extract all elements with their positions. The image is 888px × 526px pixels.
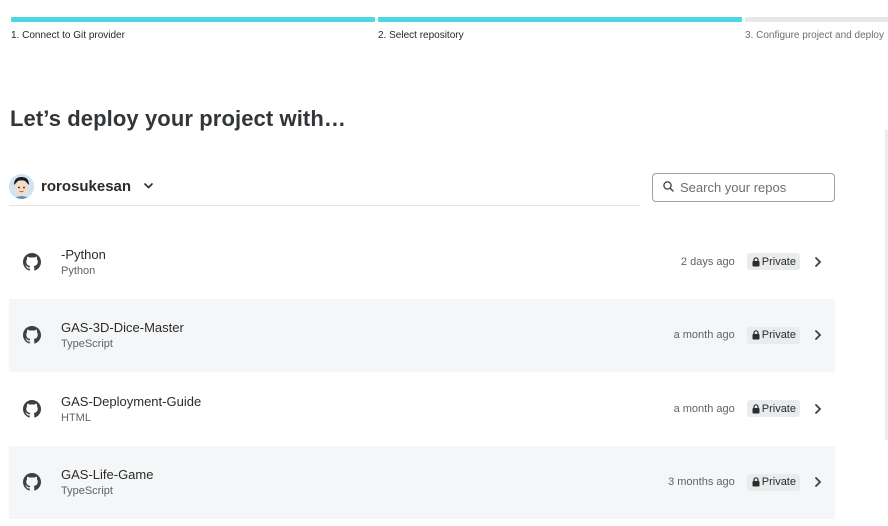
repo-name: GAS-Deployment-Guide — [61, 393, 202, 409]
visibility-badge: Private — [746, 400, 800, 418]
lock-icon — [752, 256, 760, 267]
step-progress-bar — [11, 17, 375, 22]
step-configure-deploy: 3. Configure project and deploy — [745, 17, 888, 41]
repo-updated: 3 months ago — [668, 476, 735, 489]
visibility-label: Private — [761, 329, 796, 342]
repo-updated: a month ago — [673, 402, 735, 415]
visibility-label: Private — [761, 402, 796, 415]
avatar-icon — [9, 173, 34, 199]
repo-row[interactable]: GAS-Deployment-Guide HTML a month ago Pr… — [9, 372, 835, 446]
repo-language: Python — [61, 264, 96, 277]
github-icon — [23, 399, 41, 418]
repo-row[interactable]: GAS-Life-Game TypeScript 3 months ago Pr… — [9, 445, 835, 519]
chevron-right-icon — [815, 403, 822, 414]
repo-language: TypeScript — [61, 338, 113, 351]
repo-updated: 2 days ago — [680, 255, 735, 268]
visibility-badge: Private — [746, 253, 800, 271]
repo-name: -Python — [61, 246, 106, 262]
lock-icon — [752, 477, 760, 487]
lock-icon — [752, 403, 760, 414]
step-progress-bar — [378, 17, 742, 22]
visibility-label: Private — [761, 255, 796, 268]
github-icon — [23, 252, 41, 271]
chevron-down-icon[interactable] — [143, 181, 153, 191]
repo-language: TypeScript — [61, 485, 113, 498]
visibility-badge: Private — [746, 473, 800, 491]
chevron-right-icon — [815, 330, 822, 341]
step-progress-bar — [745, 17, 888, 22]
step-connect-git-provider: 1. Connect to Git provider — [11, 17, 375, 41]
page-title: Let’s deploy your project with… — [10, 106, 346, 131]
search-box[interactable] — [652, 173, 835, 202]
repo-list: -Python Python 2 days ago Private GAS-3D… — [9, 225, 835, 519]
visibility-label: Private — [761, 476, 796, 489]
step-label: 3. Configure project and deploy — [745, 30, 884, 41]
repo-updated: a month ago — [673, 329, 735, 342]
visibility-badge: Private — [746, 326, 800, 344]
search-input[interactable] — [680, 180, 820, 195]
github-icon — [23, 326, 41, 344]
search-icon — [663, 179, 674, 197]
step-label: 1. Connect to Git provider — [11, 30, 125, 41]
account-selector[interactable]: rorosukesan — [9, 172, 153, 200]
repo-name: GAS-Life-Game — [61, 467, 154, 483]
account-name: rorosukesan — [41, 177, 132, 195]
repo-language: HTML — [61, 411, 91, 424]
chevron-right-icon — [815, 256, 822, 267]
progress-stepper: 1. Connect to Git provider 2. Select rep… — [11, 17, 888, 47]
step-label: 2. Select repository — [378, 30, 464, 41]
github-icon — [23, 473, 41, 491]
chevron-right-icon — [815, 477, 822, 488]
lock-icon — [752, 330, 760, 340]
repo-row[interactable]: GAS-3D-Dice-Master TypeScript a month ag… — [9, 298, 835, 372]
divider — [9, 205, 640, 206]
repo-row[interactable]: -Python Python 2 days ago Private — [9, 225, 835, 299]
repo-name: GAS-3D-Dice-Master — [61, 320, 184, 336]
step-select-repository: 2. Select repository — [378, 17, 742, 41]
